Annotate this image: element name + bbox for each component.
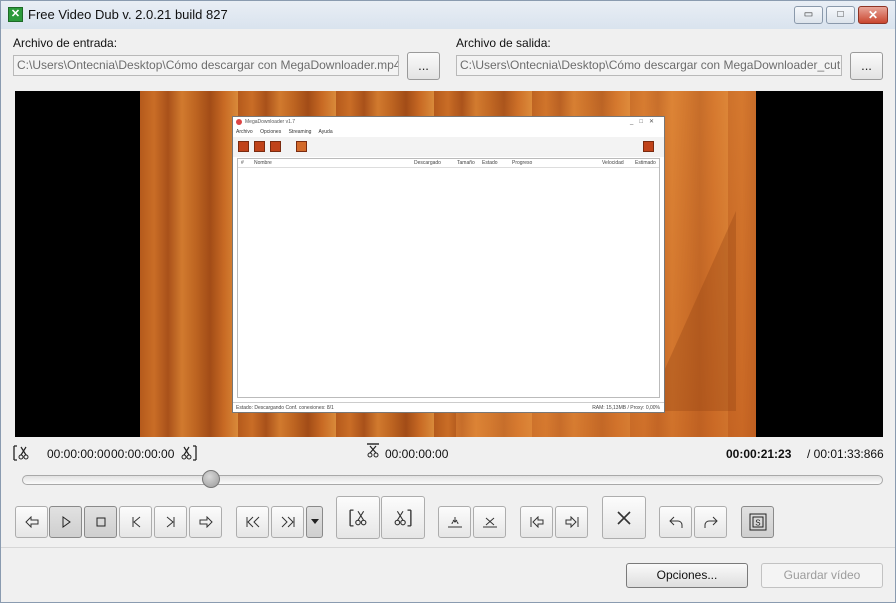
input-browse-button[interactable]: ...	[407, 52, 440, 80]
embedded-app-title: MegaDownloader v1.7	[245, 119, 296, 125]
maximize-button[interactable]: □	[826, 6, 855, 24]
next-marker-icon	[565, 516, 578, 528]
step-back-button[interactable]	[15, 506, 48, 538]
previous-marker-button[interactable]	[520, 506, 553, 538]
embedded-power-icon	[643, 141, 654, 152]
add-marker-icon	[447, 517, 462, 528]
next-marker-button[interactable]	[555, 506, 588, 538]
footer-separator	[1, 547, 895, 548]
skip-next-icon	[166, 516, 174, 528]
seek-slider-track[interactable]	[22, 475, 883, 485]
cut-end-icon[interactable]	[181, 445, 197, 461]
play-icon	[62, 516, 71, 528]
embedded-pause-icon	[254, 141, 265, 152]
clear-markers-button[interactable]	[602, 496, 646, 539]
total-duration-timecode: / 00:01:33:866	[807, 447, 884, 461]
undo-icon	[668, 516, 682, 528]
step-forward-button[interactable]	[189, 506, 222, 538]
next-frame-button[interactable]	[154, 506, 187, 538]
cut-end-marker-icon	[394, 508, 412, 527]
main-window: ✕ Free Video Dub v. 2.0.21 build 827 ▭ □…	[0, 0, 896, 603]
video-screenshot-window: MegaDownloader v1.7 _□✕ Archivo Opciones…	[232, 116, 665, 413]
output-file-field[interactable]: C:\Users\Ontecnia\Desktop\Cómo descargar…	[456, 55, 842, 76]
app-logo-icon: ✕	[8, 7, 23, 22]
play-button[interactable]	[49, 506, 82, 538]
embedded-status-bar: Estado: Descargando Conf. conexiones: 8/…	[233, 402, 664, 412]
arrow-right-icon	[199, 516, 213, 528]
current-position-timecode: 00:00:21:23	[726, 447, 792, 461]
rewind-start-icon	[246, 516, 259, 528]
add-marker-button[interactable]	[438, 506, 471, 538]
title-bar: ✕ Free Video Dub v. 2.0.21 build 827 ▭ □…	[1, 1, 895, 29]
save-video-button[interactable]: Guardar vídeo	[761, 563, 883, 588]
cut-start-marker-icon	[349, 508, 367, 527]
stop-button[interactable]	[84, 506, 117, 538]
set-cut-start-button[interactable]	[336, 496, 380, 539]
close-window-button[interactable]: ✕	[858, 6, 888, 24]
fast-forward-end-icon	[281, 516, 294, 528]
arrow-left-icon	[24, 516, 38, 528]
go-to-dropdown-button[interactable]	[306, 506, 323, 538]
embedded-add-icon	[296, 141, 307, 152]
svg-text:S: S	[755, 519, 760, 528]
redo-icon	[704, 516, 718, 528]
options-button[interactable]: Opciones...	[626, 563, 748, 588]
window-title: Free Video Dub v. 2.0.21 build 827	[28, 7, 228, 22]
skip-previous-icon	[132, 516, 140, 528]
minimize-button[interactable]: ▭	[794, 6, 823, 24]
output-browse-button[interactable]: ...	[850, 52, 883, 80]
previous-marker-icon	[530, 516, 543, 528]
embedded-toolbar	[233, 137, 664, 157]
close-icon	[617, 510, 631, 525]
cut-marker-icon	[367, 443, 379, 458]
chevron-down-icon	[310, 519, 319, 524]
embedded-download-list: # Nombre Descargado Tamaño Estado Progre…	[237, 158, 660, 398]
megadownloader-logo-icon	[236, 119, 242, 125]
go-to-end-button[interactable]	[271, 506, 304, 538]
embedded-stop-icon	[270, 141, 281, 152]
cut-start-icon[interactable]	[13, 445, 29, 461]
previous-frame-button[interactable]	[119, 506, 152, 538]
undo-button[interactable]	[659, 506, 692, 538]
output-file-label: Archivo de salida:	[456, 36, 551, 50]
embedded-play-icon	[238, 141, 249, 152]
start-timecode: 00:00:00:00	[47, 447, 111, 461]
seek-slider-thumb[interactable]	[201, 470, 220, 488]
go-to-start-button[interactable]	[236, 506, 269, 538]
video-preview[interactable]: MegaDownloader v1.7 _□✕ Archivo Opciones…	[15, 91, 883, 437]
set-cut-end-button[interactable]	[381, 496, 425, 539]
input-file-label: Archivo de entrada:	[13, 36, 118, 50]
input-file-field[interactable]: C:\Users\Ontecnia\Desktop\Cómo descargar…	[13, 55, 399, 76]
remove-marker-icon	[482, 517, 497, 528]
end-timecode: 00:00:00:00	[111, 447, 175, 461]
redo-button[interactable]	[694, 506, 727, 538]
snapshot-button[interactable]: S	[741, 506, 774, 538]
snapshot-icon: S	[749, 513, 766, 531]
embedded-menu: Archivo Opciones Streaming Ayuda	[236, 129, 333, 135]
middle-timecode: 00:00:00:00	[385, 447, 449, 461]
stop-icon	[96, 517, 105, 527]
delete-marker-button[interactable]	[473, 506, 506, 538]
